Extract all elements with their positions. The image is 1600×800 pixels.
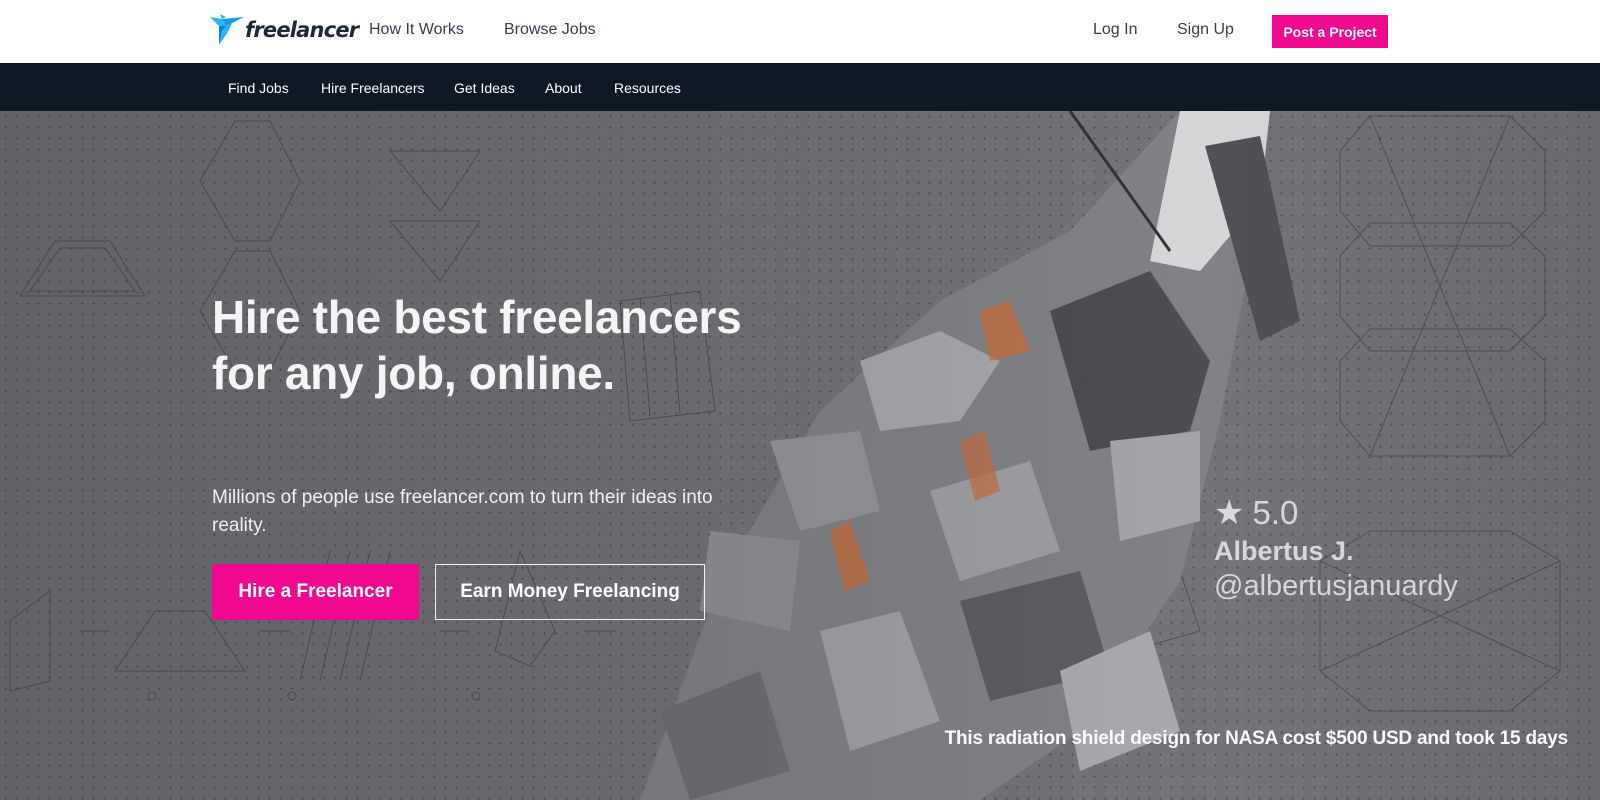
- review-rating: ★ 5.0: [1214, 493, 1458, 533]
- freelancer-name: Albertus J.: [1214, 536, 1354, 566]
- subnav-item-resources[interactable]: Resources: [614, 80, 681, 96]
- browse-jobs-link[interactable]: Browse Jobs: [504, 21, 596, 39]
- hero-overlay: [0, 111, 1600, 800]
- rating-value: 5.0: [1252, 494, 1299, 531]
- subnav-item-get-ideas[interactable]: Get Ideas: [454, 80, 515, 96]
- sign-up-link[interactable]: Sign Up: [1177, 21, 1234, 39]
- freelancer-logo[interactable]: freelancer: [210, 14, 359, 46]
- subnav-item-find-jobs[interactable]: Find Jobs: [228, 80, 289, 96]
- hero-headline: Hire the best freelancers for any job, o…: [212, 291, 742, 399]
- hero-subtext: Millions of people use freelancer.com to…: [212, 487, 713, 536]
- top-header: freelancer How It Works Browse Jobs Log …: [0, 0, 1600, 63]
- hire-freelancer-button[interactable]: Hire a Freelancer: [212, 564, 419, 620]
- freelancer-handle: @albertusjanuardy: [1214, 570, 1458, 602]
- how-it-works-link[interactable]: How It Works: [369, 21, 464, 39]
- freelancer-review[interactable]: ★ 5.0 Albertus J. @albertusjanuardy: [1214, 493, 1458, 603]
- secondary-nav: Find Jobs Hire Freelancers Get Ideas Abo…: [0, 63, 1600, 111]
- post-project-button[interactable]: Post a Project: [1272, 15, 1388, 48]
- star-icon: ★: [1214, 494, 1245, 532]
- hero-section: Hire the best freelancers for any job, o…: [0, 111, 1600, 800]
- brand-name: freelancer: [245, 18, 359, 42]
- subnav-item-hire-freelancers[interactable]: Hire Freelancers: [321, 80, 424, 96]
- earn-money-button[interactable]: Earn Money Freelancing: [435, 564, 705, 620]
- project-caption: This radiation shield design for NASA co…: [944, 728, 1569, 749]
- log-in-link[interactable]: Log In: [1093, 21, 1137, 39]
- bird-logo-icon: [210, 14, 244, 45]
- subnav-item-about[interactable]: About: [545, 80, 582, 96]
